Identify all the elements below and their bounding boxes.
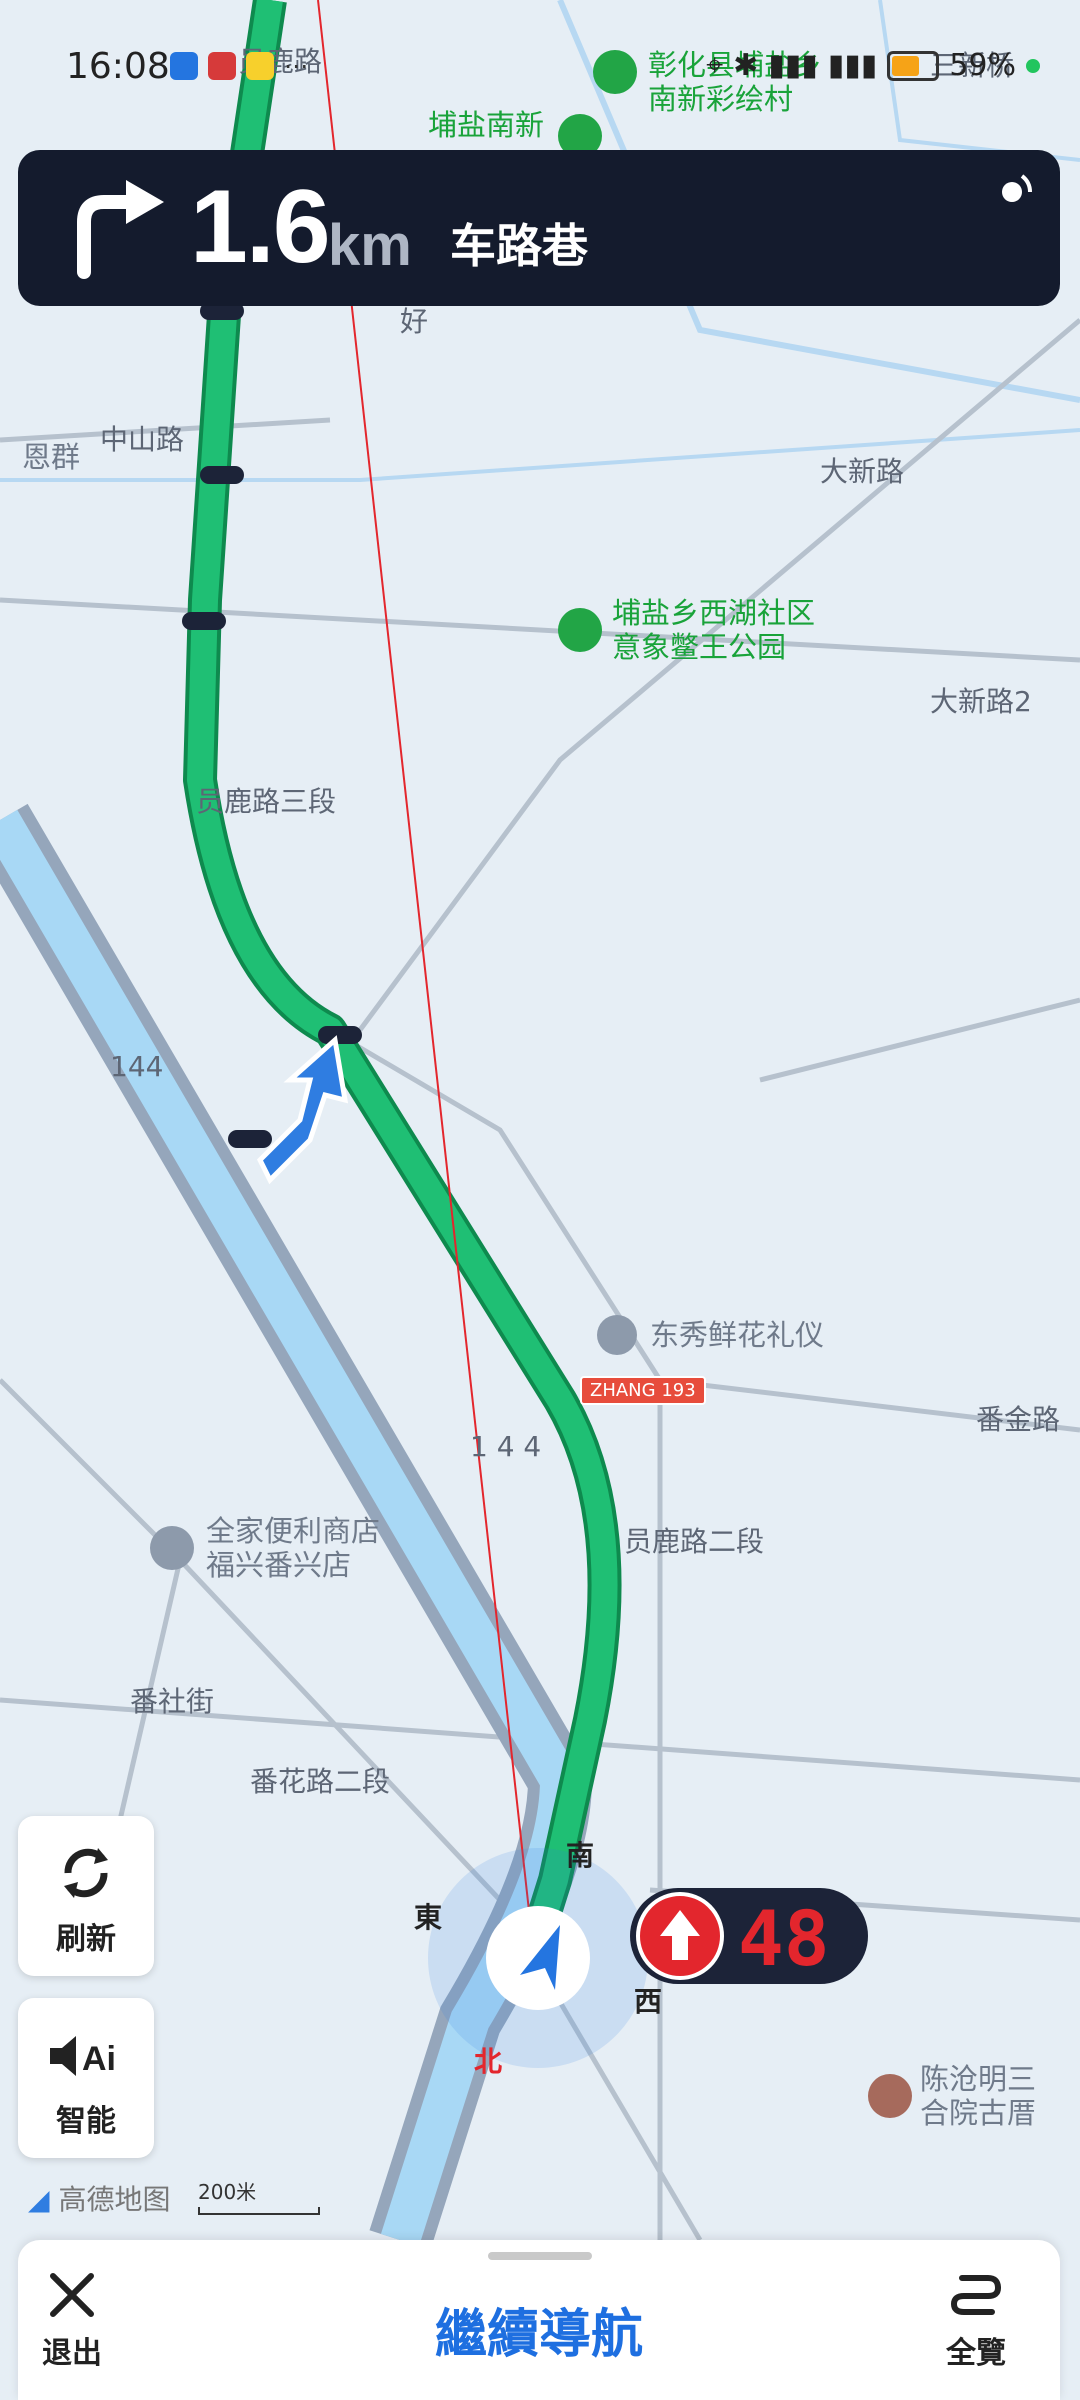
battery-percent: 59%: [949, 48, 1016, 83]
battery-icon: [887, 50, 940, 81]
road-label: 中山路: [100, 423, 185, 456]
more-icon: ⋯: [284, 52, 308, 80]
amap-logo-icon: ◢: [28, 2183, 50, 2216]
news-app-icon: [208, 52, 236, 80]
road-label: 番社街: [130, 1685, 215, 1718]
poi-label[interactable]: 埔盐乡西湖社区 意象鳖王公园: [612, 596, 815, 664]
poi-label[interactable]: 东秀鲜花礼仪: [650, 1318, 824, 1352]
svg-text:Ai: Ai: [82, 2040, 116, 2078]
overview-button[interactable]: 全覽: [946, 2270, 1006, 2372]
road-label: 1 4 4: [470, 1430, 542, 1463]
status-time: 16:08: [66, 46, 170, 87]
road-plate: ZHANG 193: [580, 1376, 706, 1405]
road-label: 番金路: [976, 1403, 1061, 1436]
compass-east: 東: [414, 1901, 443, 1934]
map-logo-text: 高德地图: [58, 2183, 171, 2216]
map-canvas[interactable]: [0, 0, 1080, 2400]
scale-text: 200米: [198, 2180, 257, 2204]
bluetooth-icon: ✱: [733, 48, 759, 83]
compass-south: 南: [566, 1839, 595, 1872]
poi-label[interactable]: 陈沧明三 合院古厝: [920, 2062, 1036, 2130]
next-road-name: 车路巷: [450, 219, 588, 273]
voice-broadcast-icon[interactable]: [996, 168, 1036, 208]
route-overview-icon: [950, 2275, 1002, 2315]
road-label: 144: [110, 1050, 164, 1083]
bottom-bar: 退出 繼續導航 全覽: [18, 2240, 1060, 2400]
road-label: 员鹿路二段: [624, 1525, 765, 1558]
notification-icons: ⋯: [170, 52, 308, 80]
map-logo: ◢ 高德地图: [28, 2178, 170, 2218]
smart-label: 智能: [56, 2104, 116, 2139]
road-label: 大新路2: [930, 685, 1032, 718]
overview-label: 全覽: [946, 2336, 1006, 2371]
speed-indicator: 48: [630, 1888, 868, 1984]
refresh-label: 刷新: [56, 1922, 116, 1957]
turn-right-arrow-icon: [77, 180, 164, 279]
refresh-icon: [64, 1848, 108, 1898]
continue-navigation-button[interactable]: 繼續導航: [18, 2292, 1060, 2367]
signal-icon: ▮▮▮: [827, 48, 878, 83]
road-label: 番花路二段: [250, 1765, 391, 1798]
ai-speaker-icon: Ai: [50, 2036, 116, 2078]
location-icon: ⌖: [706, 48, 724, 83]
app-icon: [246, 52, 274, 80]
privacy-indicator-icon: [1026, 58, 1040, 73]
distance-value: 1.6: [190, 169, 331, 285]
poi-label[interactable]: 全家便利商店 福兴番兴店: [206, 1514, 380, 1582]
map-scale: 200米: [198, 2176, 320, 2215]
messenger-icon: [170, 52, 198, 80]
distance-unit: km: [328, 213, 412, 278]
poi-label[interactable]: 恩群: [22, 440, 80, 474]
drag-handle[interactable]: [488, 2252, 592, 2260]
compass-north: 北: [474, 2045, 503, 2078]
status-right: ⌖ ✱ ▮▮▮ ▮▮▮ 59%: [706, 48, 1040, 83]
status-bar: 16:08 ⋯ ⌖ ✱ ▮▮▮ ▮▮▮ 59%: [0, 0, 1080, 140]
compass-west: 西: [634, 1985, 663, 2018]
current-speed: 48: [738, 1894, 830, 1983]
smart-voice-button[interactable]: Ai 智能: [18, 1998, 154, 2158]
refresh-button[interactable]: 刷新: [18, 1816, 154, 1976]
signal-icon: ▮▮▮: [768, 48, 818, 83]
road-label: 大新路: [820, 455, 905, 488]
speed-limit-arrow-icon: [636, 1892, 724, 1980]
navigation-banner[interactable]: 1.6 km 车路巷: [18, 150, 1060, 306]
road-label: 好: [400, 305, 429, 338]
road-label: 员鹿路三段: [196, 785, 337, 818]
